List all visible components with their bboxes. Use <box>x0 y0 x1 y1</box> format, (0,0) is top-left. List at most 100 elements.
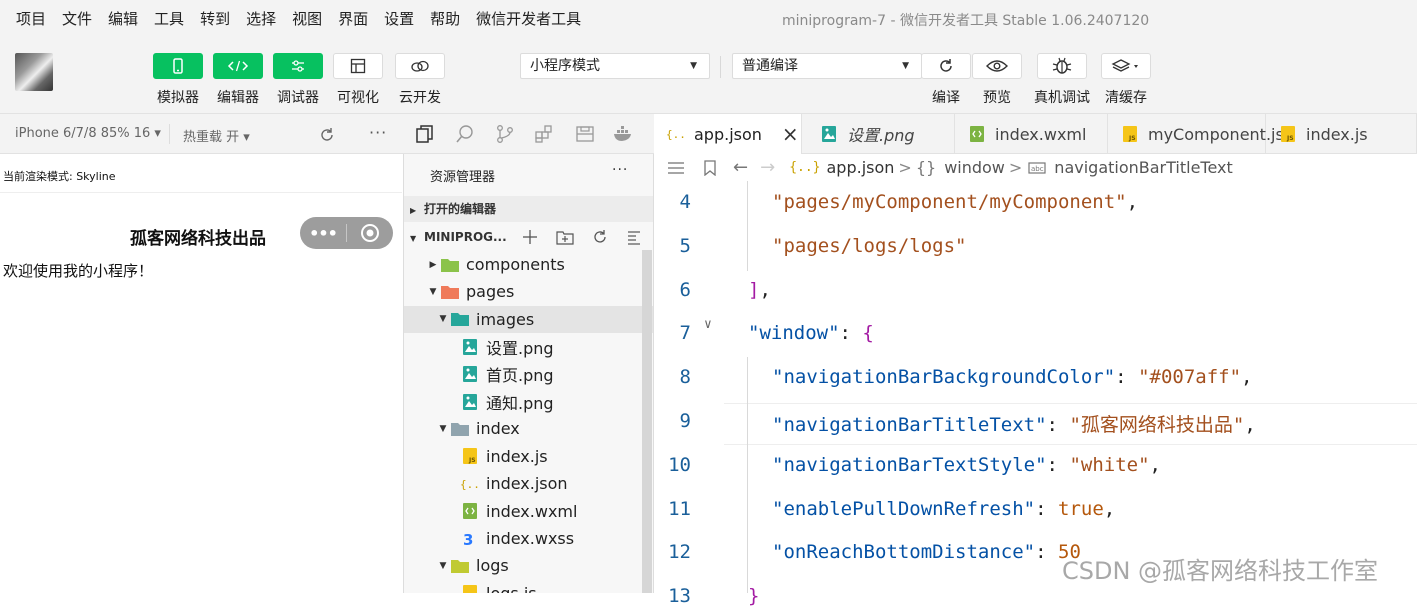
hot-reload-toggle[interactable]: 热重载 开 ▾ <box>183 126 250 145</box>
tab-label: index.wxml <box>995 124 1087 144</box>
compile-select[interactable]: 普通编译 ▼ <box>732 53 922 79</box>
scrollbar[interactable] <box>642 250 652 593</box>
menu-item[interactable]: 界面 <box>330 9 376 29</box>
code-line: "enablePullDownRefresh": true, <box>772 498 1115 520</box>
phone-icon <box>173 58 183 74</box>
tab-label: 设置.png <box>847 126 915 145</box>
sliders-icon <box>292 60 304 72</box>
open-editors-section[interactable]: ▶ 打开的编辑器 <box>404 196 653 222</box>
more-icon[interactable]: ··· <box>612 162 628 178</box>
list-icon[interactable] <box>667 161 685 175</box>
menu-item[interactable]: 选择 <box>238 9 284 29</box>
tree-item-label: 通知.png <box>486 393 554 413</box>
new-folder-icon[interactable] <box>556 229 574 245</box>
navigation-bar-title: 孤客网络科技出品 <box>130 229 266 249</box>
bookmark-icon[interactable] <box>703 159 717 176</box>
menu-item[interactable]: 帮助 <box>422 9 468 29</box>
storage-icon[interactable] <box>575 124 595 144</box>
simulator-header: iPhone 6/7/8 85% 16 ▾ 热重载 开 ▾ ··· <box>0 114 404 154</box>
svg-text:JS: JS <box>468 457 476 464</box>
compile-button[interactable] <box>921 53 971 79</box>
menu-item[interactable]: 转到 <box>192 9 238 29</box>
menu-bar: 项目 文件 编辑 工具 转到 选择 视图 界面 设置 帮助 微信开发者工具 miniprogram-… <box>0 0 1417 40</box>
avatar[interactable] <box>15 53 53 91</box>
menu-item[interactable]: 设置 <box>376 9 422 29</box>
refresh-icon[interactable] <box>318 126 336 144</box>
mode-select[interactable]: 小程序模式 ▼ <box>520 53 710 79</box>
editor-tab[interactable]: JS myComponent.js <box>1108 114 1284 154</box>
menu-item[interactable]: 视图 <box>284 9 330 29</box>
more-icon[interactable]: ••• <box>300 224 346 243</box>
menu-item[interactable]: 项目 <box>8 9 54 29</box>
chevron-down-icon: ▼ <box>439 314 447 325</box>
menu-item[interactable]: 文件 <box>54 9 100 29</box>
clear-cache-button[interactable] <box>1101 53 1151 79</box>
debugger-toggle-button[interactable] <box>273 53 323 79</box>
docker-icon[interactable] <box>612 124 634 144</box>
render-mode-label: 当前渲染模式: Skyline <box>3 170 116 183</box>
tree-item[interactable]: ▼ index <box>404 415 653 442</box>
tree-item-label: components <box>466 255 565 274</box>
visual-toggle-button[interactable] <box>333 53 383 79</box>
tree-item[interactable]: ▶ components <box>404 251 653 278</box>
project-section[interactable]: ▼ MINIPROG... <box>404 224 653 250</box>
menu-item[interactable]: 工具 <box>146 9 192 29</box>
json-file-icon: {..} <box>460 475 480 493</box>
breadcrumb-key-window[interactable]: window <box>944 158 1005 177</box>
tree-item-label: index.js <box>486 446 548 466</box>
line-number: 4 <box>679 191 691 213</box>
editor-tab[interactable]: JS index.js <box>1266 114 1417 154</box>
editor-tab[interactable]: {..} app.json × <box>654 114 802 154</box>
close-icon[interactable]: × <box>782 122 799 146</box>
breadcrumb: ← → {..} app.json > {} window > abc navi… <box>654 154 1417 181</box>
editor-tabs: {..}app.json× 设置.png index.wxml JSmyCompone… <box>654 114 1417 154</box>
collapse-all-icon[interactable] <box>626 229 642 245</box>
more-icon[interactable]: ··· <box>369 123 387 142</box>
tree-item[interactable]: 3 index.wxss <box>404 525 653 552</box>
editor-tab[interactable]: 设置.png <box>807 114 955 154</box>
tree-item[interactable]: 设置.png <box>404 333 653 360</box>
source-control-icon[interactable] <box>495 124 515 144</box>
tree-item[interactable]: ▼ pages <box>404 278 653 305</box>
tree-item[interactable]: {..} index.json <box>404 470 653 497</box>
new-file-icon[interactable] <box>522 229 538 245</box>
breadcrumb-key-title[interactable]: navigationBarTitleText <box>1054 158 1232 177</box>
js-file-icon: JS <box>1120 125 1140 143</box>
files-icon[interactable] <box>415 124 435 144</box>
tree-item[interactable]: index.wxml <box>404 498 653 525</box>
simulator-toggle-button[interactable] <box>153 53 203 79</box>
tree-item[interactable]: JS index.js <box>404 443 653 470</box>
editor-tab[interactable]: index.wxml <box>955 114 1108 154</box>
chevron-down-icon: ▼ <box>429 286 437 297</box>
tree-item[interactable]: ▼ logs <box>404 552 653 579</box>
refresh-icon[interactable] <box>592 229 608 245</box>
tree-item-label: logs <box>476 556 509 576</box>
extensions-icon[interactable] <box>534 124 554 144</box>
search-icon[interactable] <box>455 124 475 144</box>
close-target-icon[interactable] <box>347 223 393 243</box>
breadcrumb-file[interactable]: app.json <box>827 158 895 177</box>
editor-toggle-button[interactable] <box>213 53 263 79</box>
code-token: , <box>1244 414 1256 436</box>
code-line: "window": { <box>748 322 874 344</box>
tree-item[interactable]: ▼ images <box>404 305 653 333</box>
capsule-menu[interactable]: ••• <box>300 217 393 249</box>
preview-button[interactable] <box>972 53 1022 79</box>
remote-debug-button[interactable] <box>1037 53 1087 79</box>
cloud-dev-button[interactable] <box>395 53 445 79</box>
tree-item[interactable]: 通知.png <box>404 388 653 415</box>
menu-item[interactable]: 编辑 <box>100 9 146 29</box>
forward-arrow-icon[interactable]: → <box>760 157 775 178</box>
folder-icon <box>440 283 460 301</box>
menu-item[interactable]: 微信开发者工具 <box>468 9 589 29</box>
tree-item[interactable]: JS logs.js <box>404 580 653 593</box>
device-select[interactable]: iPhone 6/7/8 85% 16 ▾ <box>15 126 161 141</box>
code-line: "navigationBarTitleText": "孤客网络科技出品", <box>772 410 1256 437</box>
back-arrow-icon[interactable]: ← <box>733 157 748 178</box>
tree-item[interactable]: 首页.png <box>404 361 653 388</box>
fold-chevron-icon[interactable]: ∨ <box>704 317 712 332</box>
cloud-icon <box>411 60 429 72</box>
json-file-icon: {..} <box>789 160 821 175</box>
header-divider <box>169 124 170 144</box>
code-editor[interactable]: ∨ 4 "pages/myComponent/myComponent", 5 "pag… <box>654 181 1417 607</box>
